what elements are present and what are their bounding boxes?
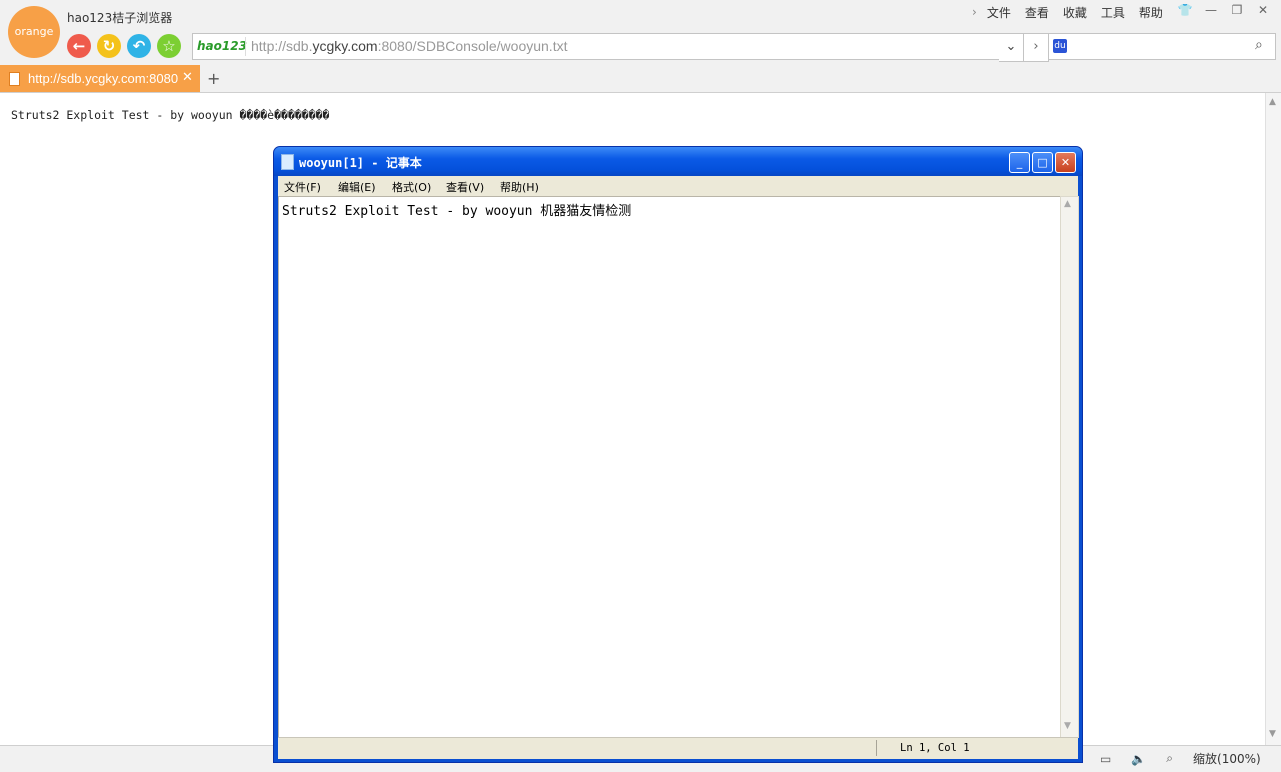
notepad-menu-file[interactable]: 文件(F) bbox=[284, 179, 321, 195]
back-button[interactable]: ← bbox=[67, 34, 91, 58]
star-icon: ☆ bbox=[162, 37, 176, 55]
new-tab-button[interactable]: + bbox=[207, 69, 220, 88]
menu-bar: › 文件 查看 收藏 工具 帮助 bbox=[972, 3, 1177, 21]
notepad-maximize-button[interactable]: □ bbox=[1032, 152, 1053, 173]
favorite-button[interactable]: ☆ bbox=[157, 34, 181, 58]
address-bar[interactable]: hao123 http://sdb.ycgky.com:8080/SDBCons… bbox=[192, 33, 1000, 60]
notepad-icon bbox=[281, 154, 294, 170]
cursor-position: Ln 1, Col 1 bbox=[900, 742, 970, 754]
page-icon bbox=[9, 72, 20, 86]
menu-item-tools[interactable]: 工具 bbox=[1101, 4, 1125, 21]
search-input[interactable]: du ⌕ bbox=[1048, 33, 1276, 60]
chevron-down-icon: ⌄ bbox=[1005, 39, 1017, 54]
site-logo-text: hao123 bbox=[197, 39, 247, 53]
go-button[interactable]: › bbox=[1024, 33, 1049, 62]
tab-close-icon[interactable]: ✕ bbox=[182, 70, 193, 85]
notepad-menu-view[interactable]: 查看(V) bbox=[446, 179, 484, 195]
minimize-button[interactable]: — bbox=[1198, 3, 1224, 17]
scroll-up-icon[interactable]: ▲ bbox=[1269, 97, 1276, 107]
notepad-menu-edit[interactable]: 编辑(E) bbox=[338, 179, 376, 195]
url-prefix: http://sdb. bbox=[251, 38, 313, 54]
undo-icon: ↶ bbox=[132, 37, 146, 55]
menu-item-help[interactable]: 帮助 bbox=[1139, 4, 1163, 21]
notepad-title: wooyun[1] - 记事本 bbox=[299, 156, 422, 170]
menu-expand-icon[interactable]: › bbox=[972, 5, 977, 19]
undo-close-tab-button[interactable]: ↶ bbox=[127, 34, 151, 58]
url-suffix: :8080/SDBConsole/wooyun.txt bbox=[377, 38, 568, 54]
baidu-icon[interactable]: du bbox=[1053, 39, 1067, 53]
address-divider bbox=[245, 37, 246, 56]
notepad-text-area[interactable]: Struts2 Exploit Test - by wooyun 机器猫友情检测 bbox=[278, 196, 1061, 738]
scroll-up-icon[interactable]: ▲ bbox=[1064, 199, 1071, 209]
browser-toolbar: orange hao123桔子浏览器 ← ↻ ↶ ☆ › 文件 查看 收藏 工具… bbox=[0, 0, 1281, 93]
menu-item-file[interactable]: 文件 bbox=[987, 4, 1011, 21]
refresh-icon: ↻ bbox=[102, 37, 116, 55]
chevron-right-icon: › bbox=[1033, 39, 1039, 54]
notepad-close-button[interactable]: ✕ bbox=[1055, 152, 1076, 173]
status-divider bbox=[876, 740, 877, 756]
scroll-down-icon[interactable]: ▼ bbox=[1269, 729, 1276, 739]
arrow-left-icon: ← bbox=[72, 37, 86, 55]
orange-logo[interactable]: orange bbox=[8, 6, 60, 58]
zoom-icon[interactable]: ⌕ bbox=[1166, 751, 1173, 766]
page-scrollbar[interactable]: ▲ ▼ bbox=[1265, 93, 1281, 745]
site-logo: hao123 bbox=[197, 39, 247, 53]
notepad-minimize-button[interactable]: _ bbox=[1009, 152, 1030, 173]
menu-item-favorites[interactable]: 收藏 bbox=[1063, 4, 1087, 21]
notepad-menu-help[interactable]: 帮助(H) bbox=[500, 179, 539, 195]
url-domain: ycgky.com bbox=[312, 38, 378, 54]
volume-icon[interactable]: 🔈 bbox=[1131, 752, 1146, 766]
notepad-window: wooyun[1] - 记事本 _ □ ✕ 文件(F) 编辑(E) 格式(O) … bbox=[273, 146, 1083, 763]
tab-title: http://sdb.ycgky.com:8080 bbox=[28, 71, 179, 86]
menu-item-view[interactable]: 查看 bbox=[1025, 4, 1049, 21]
close-button[interactable]: ✕ bbox=[1250, 3, 1276, 17]
app-title: hao123桔子浏览器 bbox=[67, 11, 173, 25]
tab-active[interactable]: http://sdb.ycgky.com:8080 ✕ bbox=[0, 65, 200, 92]
notepad-titlebar[interactable]: wooyun[1] - 记事本 _ □ ✕ bbox=[274, 147, 1082, 176]
search-icon[interactable]: ⌕ bbox=[1255, 37, 1263, 53]
notepad-statusbar: Ln 1, Col 1 bbox=[278, 737, 1078, 759]
window-controls: 👕 — ❐ ✕ bbox=[1172, 3, 1276, 17]
refresh-button[interactable]: ↻ bbox=[97, 34, 121, 58]
notepad-text: Struts2 Exploit Test - by wooyun 机器猫友情检测 bbox=[282, 204, 632, 219]
zoom-label[interactable]: 缩放(100%) bbox=[1193, 750, 1261, 767]
restore-button[interactable]: ❐ bbox=[1224, 3, 1250, 17]
skin-icon[interactable]: 👕 bbox=[1172, 3, 1198, 17]
address-dropdown-button[interactable]: ⌄ bbox=[999, 33, 1024, 62]
notepad-scrollbar[interactable]: ▲ ▼ bbox=[1060, 196, 1079, 738]
url-text[interactable]: http://sdb.ycgky.com:8080/SDBConsole/woo… bbox=[251, 38, 567, 54]
notepad-menu-format[interactable]: 格式(O) bbox=[392, 179, 431, 195]
status-tools: ▭ 🔈 ⌕ 缩放(100%) bbox=[1100, 750, 1281, 767]
notepad-menubar: 文件(F) 编辑(E) 格式(O) 查看(V) 帮助(H) bbox=[278, 176, 1078, 196]
page-text: Struts2 Exploit Test - by wooyun ����è��… bbox=[11, 108, 330, 122]
screen-icon[interactable]: ▭ bbox=[1100, 752, 1111, 766]
scroll-down-icon[interactable]: ▼ bbox=[1064, 721, 1071, 731]
